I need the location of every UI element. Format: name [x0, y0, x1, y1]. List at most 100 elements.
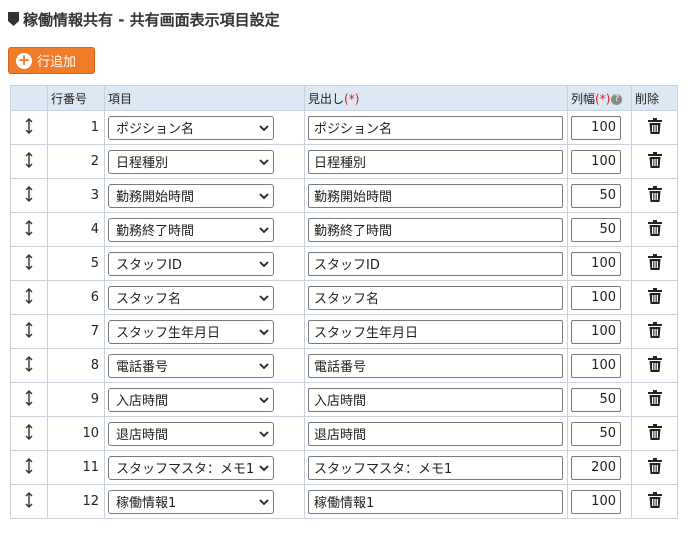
trash-icon[interactable]: [647, 457, 662, 478]
heading-input[interactable]: スタッフ生年月日: [308, 319, 563, 344]
heading-input[interactable]: スタッフ名: [308, 285, 563, 310]
trash-icon[interactable]: [647, 287, 662, 308]
item-cell: 稼働情報1: [104, 484, 305, 519]
heading-input[interactable]: 勤務終了時間: [308, 217, 563, 242]
table-row: 10 退店時間 退店時間 50: [10, 416, 678, 451]
heading-cell: スタッフID: [304, 246, 568, 281]
trash-icon[interactable]: [647, 185, 662, 206]
heading-input[interactable]: 入店時間: [308, 387, 563, 412]
width-input[interactable]: 100: [571, 251, 621, 276]
width-input[interactable]: 100: [571, 149, 621, 174]
table-row: 3 勤務開始時間 勤務開始時間 50: [10, 178, 678, 213]
table-row: 12 稼働情報1 稼働情報1 100: [10, 484, 678, 519]
heading-input[interactable]: ポジション名: [308, 115, 563, 140]
trash-icon[interactable]: [647, 491, 662, 512]
item-select[interactable]: 勤務開始時間: [108, 183, 274, 208]
drag-handle-icon[interactable]: [10, 382, 48, 417]
trash-icon[interactable]: [647, 389, 662, 410]
page-title: 稼働情報共有 - 共有画面表示項目設定: [8, 8, 280, 30]
header-heading: 見出し(*): [304, 85, 568, 111]
heading-input[interactable]: 勤務開始時間: [308, 183, 563, 208]
drag-handle-icon[interactable]: [10, 178, 48, 213]
header-width: 列幅(*)?: [567, 85, 632, 111]
heading-input[interactable]: 稼働情報1: [308, 489, 563, 514]
width-cell: 100: [567, 110, 632, 145]
item-select[interactable]: スタッフマスタ：メモ1: [108, 455, 274, 480]
width-input[interactable]: 200: [571, 455, 621, 480]
trash-icon[interactable]: [647, 253, 662, 274]
heading-input[interactable]: 日程種別: [308, 149, 563, 174]
item-select[interactable]: スタッフ生年月日: [108, 319, 274, 344]
heading-cell: 稼働情報1: [304, 484, 568, 519]
header-width-label: 列幅: [571, 91, 596, 106]
item-select[interactable]: スタッフ名: [108, 285, 274, 310]
item-select-value: スタッフ生年月日: [116, 326, 221, 341]
item-select-value: 勤務終了時間: [116, 224, 195, 239]
item-select[interactable]: スタッフID: [108, 251, 274, 276]
row-number: 8: [47, 348, 105, 383]
heading-input[interactable]: スタッフマスタ：メモ1: [308, 455, 563, 480]
item-select[interactable]: 勤務終了時間: [108, 217, 274, 242]
heading-input[interactable]: 電話番号: [308, 353, 563, 378]
drag-handle-icon[interactable]: [10, 348, 48, 383]
heading-cell: 入店時間: [304, 382, 568, 417]
add-row-button[interactable]: + 行追加: [8, 47, 95, 74]
item-cell: 電話番号: [104, 348, 305, 383]
drag-handle-icon[interactable]: [10, 484, 48, 519]
width-input[interactable]: 100: [571, 319, 621, 344]
drag-handle-icon[interactable]: [10, 416, 48, 451]
item-select-value: 稼働情報1: [116, 496, 177, 511]
chevron-down-icon: [259, 158, 269, 165]
width-input[interactable]: 50: [571, 217, 621, 242]
trash-icon[interactable]: [647, 423, 662, 444]
delete-cell: [631, 212, 678, 247]
item-select-value: 電話番号: [116, 360, 169, 375]
item-select[interactable]: 入店時間: [108, 387, 274, 412]
width-input[interactable]: 50: [571, 183, 621, 208]
width-cell: 200: [567, 450, 632, 485]
row-number: 1: [47, 110, 105, 145]
header-drag: [10, 85, 48, 111]
trash-icon[interactable]: [647, 321, 662, 342]
trash-icon[interactable]: [647, 355, 662, 376]
trash-icon[interactable]: [647, 219, 662, 240]
width-input[interactable]: 50: [571, 387, 621, 412]
row-number: 11: [47, 450, 105, 485]
trash-icon[interactable]: [647, 151, 662, 172]
item-select[interactable]: 電話番号: [108, 353, 274, 378]
help-icon[interactable]: ?: [611, 93, 623, 105]
width-input[interactable]: 100: [571, 353, 621, 378]
heading-cell: 日程種別: [304, 144, 568, 179]
drag-handle-icon[interactable]: [10, 110, 48, 145]
item-cell: 勤務終了時間: [104, 212, 305, 247]
drag-handle-icon[interactable]: [10, 314, 48, 349]
item-select[interactable]: 稼働情報1: [108, 489, 274, 514]
drag-handle-icon[interactable]: [10, 144, 48, 179]
chevron-down-icon: [259, 430, 269, 437]
width-input[interactable]: 100: [571, 115, 621, 140]
table-row: 8 電話番号 電話番号 100: [10, 348, 678, 383]
delete-cell: [631, 246, 678, 281]
table-row: 7 スタッフ生年月日 スタッフ生年月日 100: [10, 314, 678, 349]
heading-input[interactable]: スタッフID: [308, 251, 563, 276]
item-cell: スタッフマスタ：メモ1: [104, 450, 305, 485]
width-input[interactable]: 50: [571, 421, 621, 446]
trash-icon[interactable]: [647, 117, 662, 138]
drag-handle-icon[interactable]: [10, 450, 48, 485]
chevron-down-icon: [259, 124, 269, 131]
drag-handle-icon[interactable]: [10, 280, 48, 315]
item-select[interactable]: 日程種別: [108, 149, 274, 174]
item-select[interactable]: 退店時間: [108, 421, 274, 446]
width-input[interactable]: 100: [571, 489, 621, 514]
width-input[interactable]: 100: [571, 285, 621, 310]
row-number: 2: [47, 144, 105, 179]
table-row: 2 日程種別 日程種別 100: [10, 144, 678, 179]
item-select-value: 勤務開始時間: [116, 190, 195, 205]
width-cell: 100: [567, 348, 632, 383]
display-items-table: 行番号 項目 見出し(*) 列幅(*)? 削除 1 ポジション名 ポジション名 100…: [10, 85, 678, 519]
item-select[interactable]: ポジション名: [108, 115, 274, 140]
drag-handle-icon[interactable]: [10, 212, 48, 247]
delete-cell: [631, 450, 678, 485]
heading-input[interactable]: 退店時間: [308, 421, 563, 446]
drag-handle-icon[interactable]: [10, 246, 48, 281]
